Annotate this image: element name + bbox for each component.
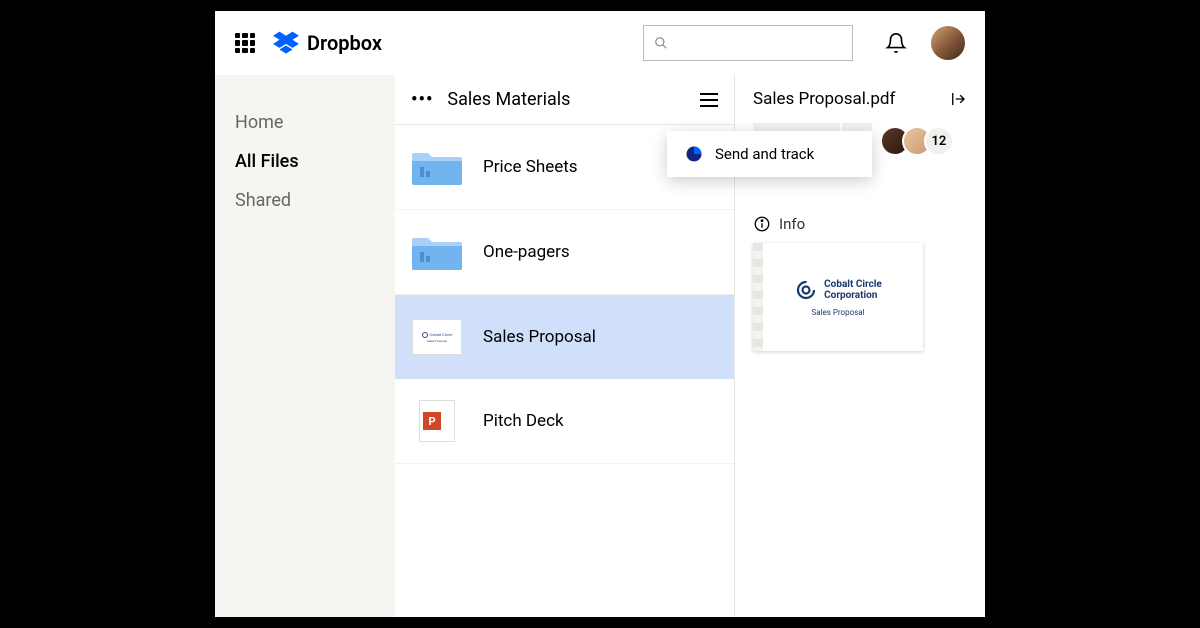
menu-item-label: Send and track [715,145,814,163]
files-header: ••• Sales Materials [395,75,734,125]
search-icon [654,36,668,50]
powerpoint-icon: P [411,399,463,443]
preview-logo-row: Cobalt Circle Corporation [794,278,882,302]
notifications-icon[interactable] [885,32,907,54]
more-icon[interactable]: ••• [411,89,433,110]
info-label: Info [779,215,805,233]
sidebar-item-shared[interactable]: Shared [235,181,375,220]
brand-text: Dropbox [307,31,382,55]
folder-icon [411,230,463,274]
sidebar-item-all-files[interactable]: All Files [235,142,375,181]
app-launcher-icon[interactable] [235,33,255,53]
pdf-thumbnail-icon: Cobalt Circle Sales Proposal [411,315,463,359]
brand-logo[interactable]: Dropbox [273,30,382,56]
collaborators[interactable]: 12 [880,126,954,156]
folder-icon [411,145,463,189]
collaborator-count: 12 [924,126,954,156]
file-row-one-pagers[interactable]: One-pagers [395,210,734,295]
collapse-panel-icon[interactable] [949,90,967,108]
app-window: Dropbox Home All Files Shared ••• Sales … [215,11,985,617]
search-input[interactable] [643,25,853,61]
analytics-icon [685,145,703,163]
file-row-sales-proposal[interactable]: Cobalt Circle Sales Proposal Sales Propo… [395,295,734,379]
sidebar-item-home[interactable]: Home [235,103,375,142]
view-options-icon[interactable] [700,93,718,107]
file-name: Price Sheets [483,157,578,177]
send-and-track-menu-item[interactable]: Send and track [667,131,872,177]
file-name: Pitch Deck [483,411,564,431]
preview-subtitle: Sales Proposal [811,308,864,317]
file-name: One-pagers [483,242,570,262]
file-preview[interactable]: Cobalt Circle Corporation Sales Proposal [753,243,923,351]
company-logo-icon [794,278,818,302]
breadcrumb: Sales Materials [447,89,686,110]
sidebar: Home All Files Shared [215,75,395,617]
file-row-pitch-deck[interactable]: P Pitch Deck [395,379,734,464]
details-header: Sales Proposal.pdf [753,89,967,109]
preview-company-name: Cobalt Circle Corporation [824,279,882,301]
avatar[interactable] [931,26,965,60]
details-filename: Sales Proposal.pdf [753,89,895,109]
header: Dropbox [215,11,985,75]
file-name: Sales Proposal [483,327,596,347]
info-section-header[interactable]: Info [753,215,967,233]
info-icon [753,215,771,233]
dropbox-icon [273,30,299,56]
